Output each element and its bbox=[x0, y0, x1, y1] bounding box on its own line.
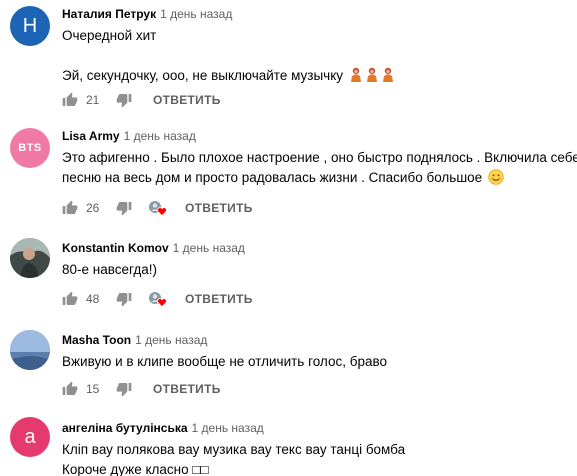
avatar[interactable]: а bbox=[10, 417, 50, 457]
reply-button[interactable]: ОТВЕТИТЬ bbox=[185, 292, 253, 306]
comment-header: ангеліна бутулінська 1 день назад bbox=[62, 420, 573, 436]
comment-line: Очередной хит bbox=[62, 28, 157, 43]
avatar-text: BTS bbox=[18, 142, 42, 154]
comment-line: 80-е навсегда!) bbox=[62, 262, 157, 277]
comment-text: 80-е навсегда!) bbox=[62, 260, 573, 280]
avatar-letter: а bbox=[24, 425, 36, 448]
avatar-photo bbox=[10, 330, 50, 370]
comment-header: Наталия Петрук 1 день назад bbox=[62, 6, 573, 22]
comment-line: Это афигенно . Было плохое настроение , … bbox=[62, 150, 577, 165]
comment-actions: 26 ОТВЕТИТЬ bbox=[62, 198, 253, 218]
heart-icon bbox=[157, 207, 167, 216]
comment-actions: 21 ОТВЕТИТЬ bbox=[62, 90, 221, 110]
comment-line: Кліп вау полякова вау музика вау текс ва… bbox=[62, 442, 406, 457]
comment-line: Эй, секундочку, ооо, не выключайте музыч… bbox=[62, 66, 573, 86]
dislike-icon[interactable] bbox=[116, 92, 132, 108]
reply-button[interactable]: ОТВЕТИТЬ bbox=[185, 201, 253, 215]
comment-line: песню на весь дом и просто радовалась жи… bbox=[62, 168, 573, 188]
reply-button[interactable]: ОТВЕТИТЬ bbox=[153, 382, 221, 396]
comment-author[interactable]: Konstantin Komov bbox=[62, 241, 169, 255]
like-icon[interactable] bbox=[62, 92, 78, 108]
avatar[interactable]: BTS bbox=[10, 128, 50, 168]
comment-header: Lisa Army 1 день назад bbox=[62, 128, 573, 144]
comment-header: Masha Toon 1 день назад bbox=[62, 332, 573, 348]
smiling-face-icon bbox=[488, 169, 504, 185]
comment-text: Кліп вау полякова вау музика вау текс ва… bbox=[62, 440, 573, 476]
comment-line: Вживую и в клипе вообще не отличить голо… bbox=[62, 354, 387, 369]
comment-author[interactable]: Masha Toon bbox=[62, 333, 131, 347]
comment-text: Очередной хит Эй, секундочку, ооо, не вы… bbox=[62, 26, 573, 86]
dislike-icon[interactable] bbox=[116, 291, 132, 307]
person-bowing-icon bbox=[382, 67, 393, 82]
dislike-icon[interactable] bbox=[116, 200, 132, 216]
comment-line: Короче дуже класно □□ bbox=[62, 462, 209, 476]
like-count: 15 bbox=[86, 382, 100, 396]
comment-header: Konstantin Komov 1 день назад bbox=[62, 240, 573, 256]
comment-time[interactable]: 1 день назад bbox=[192, 421, 264, 435]
comment-time[interactable]: 1 день назад bbox=[124, 129, 196, 143]
avatar[interactable]: Н bbox=[10, 6, 50, 46]
avatar-photo bbox=[10, 238, 50, 278]
like-icon[interactable] bbox=[62, 381, 78, 397]
creator-heart bbox=[148, 200, 167, 216]
comment-time[interactable]: 1 день назад bbox=[173, 241, 245, 255]
comment-text: Вживую и в клипе вообще не отличить голо… bbox=[62, 352, 573, 372]
comment-author[interactable]: Наталия Петрук bbox=[62, 7, 156, 21]
comment-time[interactable]: 1 день назад bbox=[135, 333, 207, 347]
comment-actions: 15 ОТВЕТИТЬ bbox=[62, 379, 221, 399]
avatar[interactable] bbox=[10, 238, 50, 278]
like-count: 21 bbox=[86, 93, 100, 107]
person-bowing-icon bbox=[366, 67, 377, 82]
reply-button[interactable]: ОТВЕТИТЬ bbox=[153, 93, 221, 107]
person-bowing-icon bbox=[350, 67, 361, 82]
creator-heart bbox=[148, 291, 167, 307]
comment-actions: 48 ОТВЕТИТЬ bbox=[62, 289, 253, 309]
dislike-icon[interactable] bbox=[116, 381, 132, 397]
comment-time[interactable]: 1 день назад bbox=[160, 7, 232, 21]
like-count: 48 bbox=[86, 292, 100, 306]
like-icon[interactable] bbox=[62, 200, 78, 216]
avatar[interactable] bbox=[10, 330, 50, 370]
avatar-letter: Н bbox=[22, 14, 38, 37]
heart-icon bbox=[157, 298, 167, 307]
comment-author[interactable]: Lisa Army bbox=[62, 129, 120, 143]
comment-author[interactable]: ангеліна бутулінська bbox=[62, 421, 188, 435]
like-icon[interactable] bbox=[62, 291, 78, 307]
like-count: 26 bbox=[86, 201, 100, 215]
comment-text: Это афигенно . Было плохое настроение , … bbox=[62, 148, 577, 188]
